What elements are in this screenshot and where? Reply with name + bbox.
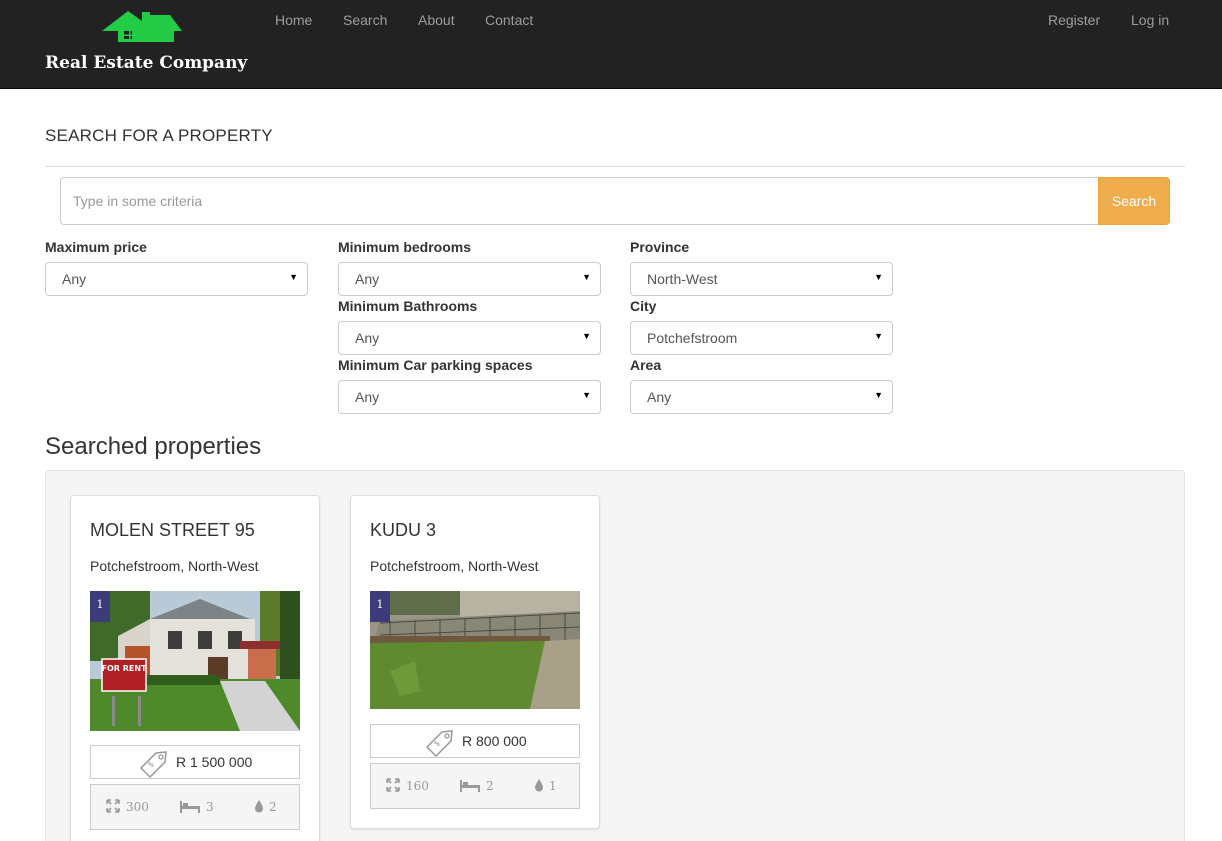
search-button[interactable]: Search	[1098, 177, 1170, 225]
water-drop-icon	[255, 800, 263, 813]
divider	[45, 166, 1185, 167]
for-rent-sign: FOR RENT	[102, 664, 148, 673]
house-icon	[102, 11, 182, 42]
property-card[interactable]: KUDU 3 Potchefstroom, North-West 1 $ R 8…	[350, 495, 600, 829]
expand-icon	[386, 778, 400, 792]
house-photo: FOR RENT	[90, 591, 300, 731]
nav-about[interactable]: About	[418, 12, 455, 28]
area-value: Any	[647, 389, 672, 405]
bedrooms-value: 3	[206, 800, 214, 814]
size-value: 160	[406, 779, 429, 793]
svg-text:$: $	[146, 759, 156, 769]
property-card[interactable]: MOLEN STREET 95 Potchefstroom, North-Wes…	[70, 495, 320, 841]
water-drop-icon	[535, 779, 543, 792]
bathrooms-stat: 1	[534, 778, 557, 796]
min-parking-value: Any	[355, 389, 380, 405]
svg-text:$: $	[432, 738, 442, 748]
min-bedrooms-value: Any	[355, 271, 380, 287]
expand-icon	[106, 799, 120, 813]
page-title: SEARCH FOR A PROPERTY	[45, 126, 273, 145]
results-panel: MOLEN STREET 95 Potchefstroom, North-Wes…	[45, 470, 1185, 841]
min-bedrooms-label: Minimum bedrooms	[338, 239, 472, 255]
city-label: City	[630, 298, 657, 314]
caret-down-icon: ▼	[582, 331, 591, 341]
property-stats: 160 2 1	[370, 763, 580, 809]
bedrooms-value: 2	[486, 779, 494, 793]
nav-register[interactable]: Register	[1048, 12, 1100, 28]
max-price-label: Maximum price	[45, 239, 147, 255]
area-label: Area	[630, 357, 662, 373]
max-price-value: Any	[62, 271, 87, 287]
min-bathrooms-select[interactable]: Any ▼	[338, 321, 601, 355]
min-bathrooms-label: Minimum Bathrooms	[338, 298, 478, 314]
property-location: Potchefstroom, North-West	[90, 558, 259, 574]
photo-count-badge: 1	[370, 591, 390, 622]
caret-down-icon: ▼	[582, 272, 591, 282]
max-price-select[interactable]: Any ▼	[45, 262, 308, 296]
caret-down-icon: ▼	[874, 331, 883, 341]
size-stat: 300	[106, 799, 149, 817]
city-select[interactable]: Potchefstroom ▼	[630, 321, 893, 355]
bathrooms-value: 1	[549, 779, 557, 793]
min-bedrooms-select[interactable]: Any ▼	[338, 262, 601, 296]
city-value: Potchefstroom	[647, 330, 738, 346]
property-price: R 1 500 000	[176, 754, 253, 770]
bathrooms-stat: 2	[254, 799, 277, 817]
price-box: $ R 1 500 000	[90, 745, 300, 779]
nav-login[interactable]: Log in	[1131, 12, 1169, 28]
size-stat: 160	[386, 778, 429, 796]
size-value: 300	[126, 800, 149, 814]
nav-contact[interactable]: Contact	[485, 12, 533, 28]
area-select[interactable]: Any ▼	[630, 380, 893, 414]
brand[interactable]: Real Estate Company	[45, 8, 250, 78]
nav-home[interactable]: Home	[275, 12, 312, 28]
property-price: R 800 000	[462, 733, 527, 749]
property-photo[interactable]: 1	[370, 591, 580, 709]
price-box: $ R 800 000	[370, 724, 580, 758]
bathrooms-value: 2	[269, 800, 277, 814]
caret-down-icon: ▼	[289, 272, 298, 282]
garden-photo	[370, 591, 580, 709]
province-value: North-West	[647, 271, 718, 287]
brand-name: Real Estate Company	[45, 53, 248, 73]
property-title[interactable]: KUDU 3	[370, 520, 436, 541]
nav-search[interactable]: Search	[343, 12, 387, 28]
property-location: Potchefstroom, North-West	[370, 558, 539, 574]
price-tag-icon: $	[139, 751, 167, 778]
caret-down-icon: ▼	[582, 390, 591, 400]
bed-icon	[460, 780, 480, 792]
photo-count-badge: 1	[90, 591, 110, 622]
bedrooms-stat: 3	[179, 799, 214, 817]
province-label: Province	[630, 239, 690, 255]
bed-icon	[180, 801, 200, 813]
property-title[interactable]: MOLEN STREET 95	[90, 520, 255, 541]
province-select[interactable]: North-West ▼	[630, 262, 893, 296]
caret-down-icon: ▼	[874, 390, 883, 400]
price-tag-icon: $	[425, 730, 453, 757]
caret-down-icon: ▼	[874, 272, 883, 282]
property-photo[interactable]: FOR RENT 1	[90, 591, 300, 731]
min-bathrooms-value: Any	[355, 330, 380, 346]
search-input[interactable]	[60, 177, 1099, 225]
bedrooms-stat: 2	[459, 778, 494, 796]
property-stats: 300 3 2	[90, 784, 300, 830]
min-parking-label: Minimum Car parking spaces	[338, 357, 533, 373]
min-parking-select[interactable]: Any ▼	[338, 380, 601, 414]
navbar: Real Estate Company Home Search About Co…	[0, 0, 1222, 89]
results-title: Searched properties	[45, 433, 262, 460]
